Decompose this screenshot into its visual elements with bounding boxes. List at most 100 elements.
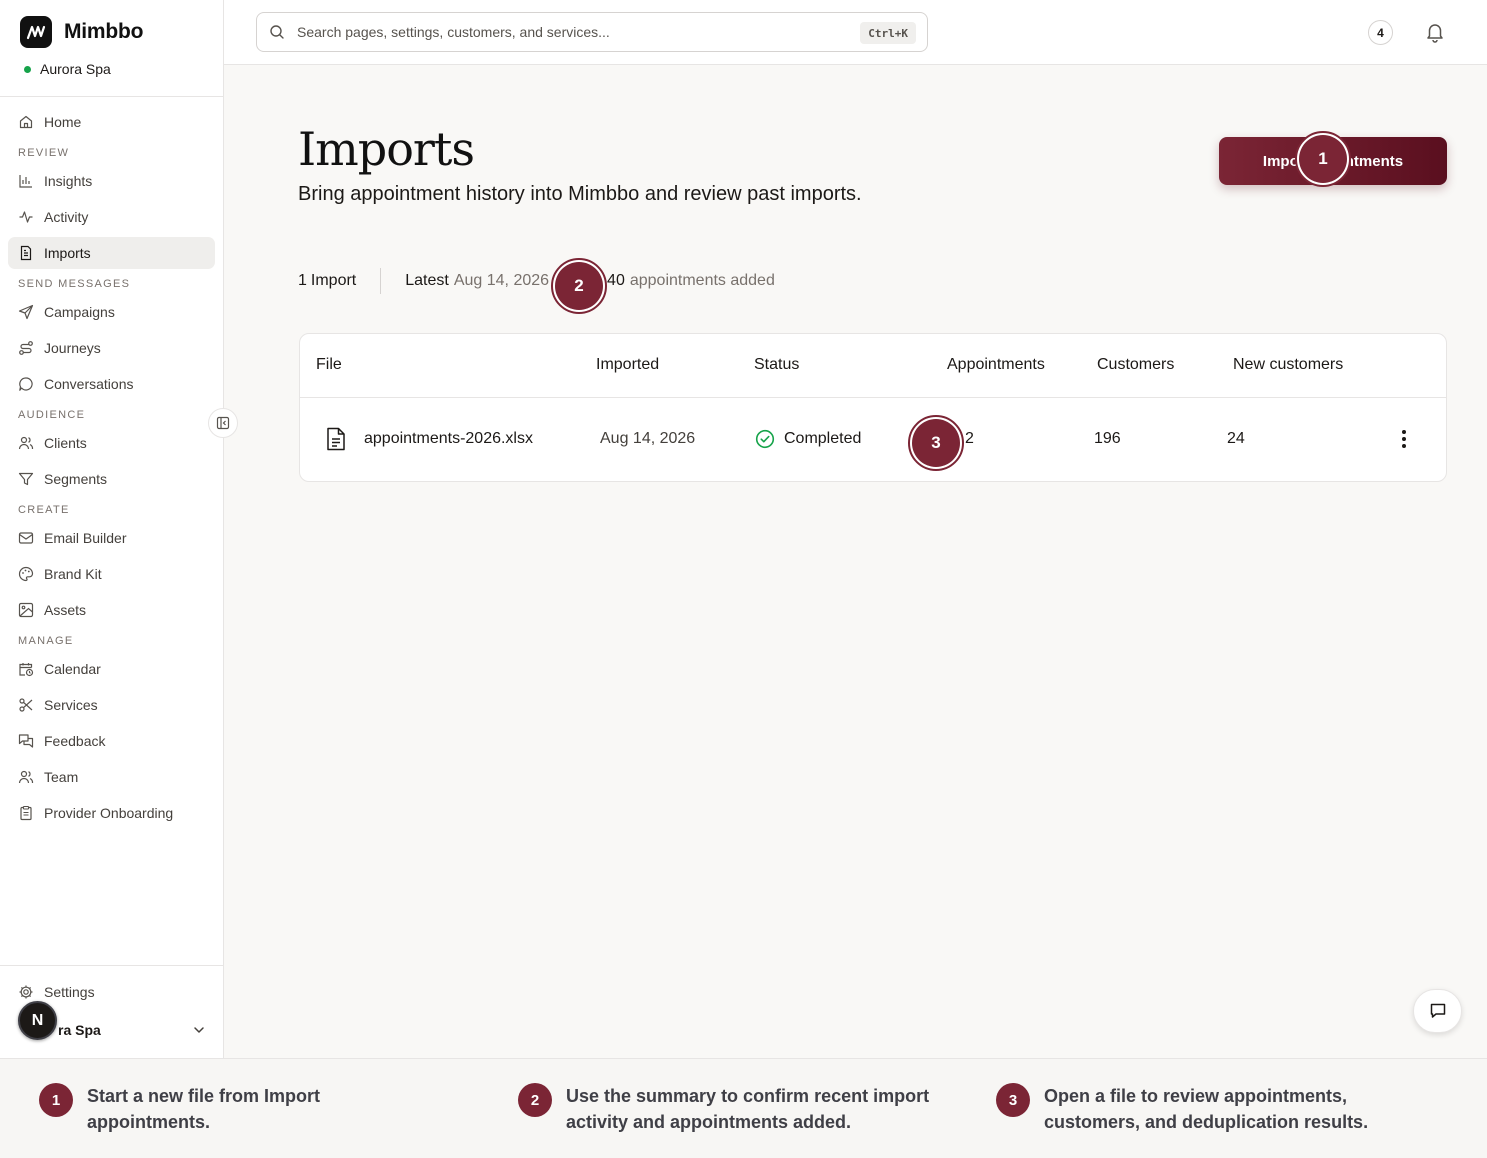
step-text-line: Start a new file from Import — [87, 1086, 321, 1106]
sidebar-item-activity[interactable]: Activity — [8, 201, 215, 233]
imports-summary: 1 Import Latest Aug 14, 2026 40 appointm… — [298, 268, 775, 294]
topbar: Ctrl+K 4 — [224, 0, 1487, 65]
check-circle-icon — [755, 429, 775, 449]
chat-button[interactable] — [1413, 989, 1462, 1033]
sidebar-item-home[interactable]: Home — [8, 106, 215, 138]
step-1: 1 Start a new file from Import appointme… — [39, 1083, 320, 1135]
column-header-appointments: Appointments — [947, 356, 1045, 373]
settings-label: Settings — [44, 984, 95, 1000]
sidebar-item-segments[interactable]: Segments — [8, 463, 215, 495]
sidebar-item-label: Calendar — [44, 661, 101, 677]
bar-chart-icon — [19, 175, 32, 188]
page-title: Imports — [298, 122, 475, 176]
row-actions-button[interactable] — [1396, 426, 1412, 452]
column-header-customers: Customers — [1097, 356, 1175, 373]
latest-date: Aug 14, 2026 — [453, 272, 550, 289]
bell-icon — [1427, 24, 1443, 43]
sidebar-item-label: Brand Kit — [44, 566, 102, 582]
sidebar-divider — [0, 96, 223, 97]
sidebar-item-brand-kit[interactable]: Brand Kit — [8, 558, 215, 590]
sidebar-item-journeys[interactable]: Journeys — [8, 332, 215, 364]
sidebar-item-label: Insights — [44, 173, 93, 189]
image-icon — [18, 602, 34, 618]
section-manage: MANAGE — [18, 635, 74, 647]
column-header-file: File — [316, 356, 342, 373]
scissors-icon — [19, 698, 33, 712]
message-circle-icon — [19, 377, 33, 391]
step-text-line: customers, and deduplication results. — [1044, 1112, 1369, 1132]
sidebar-item-team[interactable]: Team — [8, 761, 215, 793]
sidebar: Mimbbo Aurora Spa Home REVIEW Insights A… — [0, 0, 224, 1058]
sidebar-collapse-button[interactable] — [208, 408, 238, 438]
new-customers-value: 24 — [1227, 430, 1245, 447]
step-number: 2 — [518, 1083, 552, 1117]
home-icon — [19, 115, 33, 129]
notifications-button[interactable] — [1424, 21, 1446, 48]
search-input[interactable] — [297, 24, 837, 40]
column-header-imported: Imported — [596, 356, 660, 373]
step-marker-2-number: 2 — [555, 262, 603, 310]
sidebar-item-label: Journeys — [44, 340, 101, 356]
notification-count-badge[interactable]: 4 — [1368, 20, 1393, 45]
sidebar-item-label: Email Builder — [44, 530, 127, 546]
search-bar[interactable]: Ctrl+K — [256, 12, 928, 52]
sidebar-item-insights[interactable]: Insights — [8, 165, 215, 197]
appointments-count: 40 — [607, 272, 625, 289]
section-audience: AUDIENCE — [18, 409, 86, 421]
sidebar-item-label: Feedback — [44, 733, 106, 749]
sidebar-item-calendar[interactable]: Calendar — [8, 653, 215, 685]
brand[interactable]: Mimbbo — [20, 16, 143, 48]
section-create: CREATE — [18, 504, 70, 516]
users-icon — [18, 436, 34, 450]
sidebar-item-clients[interactable]: Clients — [8, 427, 215, 459]
step-text-line: activity and appointments added. — [566, 1112, 852, 1132]
brand-name: Mimbbo — [64, 20, 144, 43]
user-avatar[interactable]: N — [18, 1001, 57, 1040]
workspace-indicator[interactable]: Aurora Spa — [24, 61, 111, 77]
latest-label: Latest — [405, 272, 449, 289]
sidebar-item-label: Campaigns — [44, 304, 115, 320]
section-send-messages: SEND MESSAGES — [18, 278, 131, 290]
calendar-clock-icon — [19, 663, 34, 677]
step-3: 3 Open a file to review appointments, cu… — [996, 1083, 1368, 1135]
sidebar-item-feedback[interactable]: Feedback — [8, 725, 215, 757]
button-label-start: Impo — [1262, 152, 1299, 170]
sidebar-item-services[interactable]: Services — [8, 689, 215, 721]
mimbbo-logo-icon — [20, 16, 52, 48]
column-header-status: Status — [754, 356, 800, 373]
file-import-icon — [20, 245, 32, 261]
panel-left-icon — [216, 416, 230, 430]
imports-label: Import — [310, 272, 357, 289]
sidebar-item-email-builder[interactable]: Email Builder — [8, 522, 215, 554]
sidebar-item-campaigns[interactable]: Campaigns — [8, 296, 215, 328]
file-name[interactable]: appointments-2026.xlsx — [364, 430, 533, 448]
step-text: Open a file to review appointments, cust… — [1044, 1083, 1368, 1135]
step-text-line: Use the summary to confirm recent import — [566, 1086, 930, 1106]
sidebar-item-label: Segments — [44, 471, 108, 487]
status-label: Completed — [784, 430, 862, 447]
messages-square-icon — [18, 734, 34, 748]
step-number: 3 — [996, 1083, 1030, 1117]
step-marker-2: 2 — [551, 258, 607, 314]
sidebar-item-label: Services — [44, 697, 98, 713]
button-label-end: ntments — [1344, 152, 1404, 170]
sidebar-item-label: Activity — [44, 209, 89, 225]
sidebar-item-label: Clients — [44, 435, 87, 451]
imported-date: Aug 14, 2026 — [600, 430, 696, 447]
sidebar-item-provider-onboarding[interactable]: Provider Onboarding — [8, 797, 215, 829]
section-review: REVIEW — [18, 147, 70, 159]
step-text-line: Open a file to review appointments, — [1044, 1086, 1348, 1106]
step-2: 2 Use the summary to confirm recent impo… — [518, 1083, 929, 1135]
mail-icon — [18, 532, 34, 544]
imports-count: 1 — [298, 272, 307, 289]
sidebar-item-label: Provider Onboarding — [44, 805, 174, 821]
step-number: 1 — [39, 1083, 73, 1117]
sidebar-item-conversations[interactable]: Conversations — [8, 368, 215, 400]
filter-icon — [18, 472, 34, 486]
sidebar-item-label: Conversations — [44, 376, 134, 392]
workspace-name: Aurora Spa — [40, 61, 111, 77]
step-text-line: appointments. — [87, 1112, 211, 1132]
sidebar-item-imports[interactable]: Imports — [8, 237, 215, 269]
sidebar-item-settings[interactable]: Settings — [18, 984, 95, 1000]
sidebar-item-assets[interactable]: Assets — [8, 594, 215, 626]
